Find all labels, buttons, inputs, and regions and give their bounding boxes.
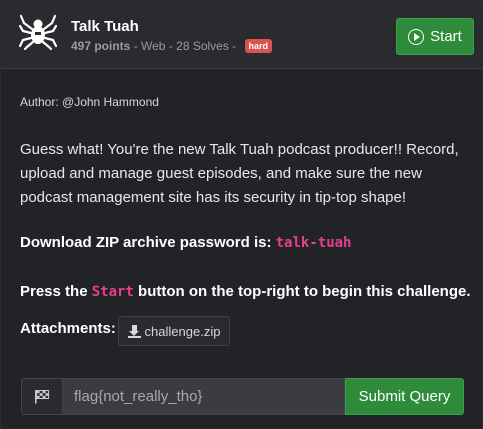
press-suffix: button on the top-right to begin this ch… (133, 283, 471, 300)
challenge-card: Talk Tuah 497 points - Web - 28 Solves -… (0, 0, 483, 429)
zip-password-label: Download ZIP archive password is: (20, 234, 276, 251)
attachments-label: Attachments: (20, 320, 116, 337)
difficulty-badge: hard (244, 39, 273, 53)
press-prefix: Press the (20, 283, 92, 300)
start-button[interactable]: Start (396, 18, 474, 55)
attachment-link[interactable]: challenge.zip (118, 316, 230, 346)
checkered-flag-icon (35, 390, 50, 404)
attachment-filename: challenge.zip (144, 323, 221, 339)
zip-password: talk-tuah (275, 235, 352, 251)
flag-input[interactable] (62, 378, 345, 415)
challenge-title: Talk Tuah (71, 18, 139, 35)
download-icon (127, 324, 141, 338)
challenge-points: 497 points (71, 39, 131, 53)
challenge-header: Talk Tuah 497 points - Web - 28 Solves -… (1, 1, 483, 69)
challenge-meta-text: - Web - 28 Solves - (130, 39, 240, 53)
start-instructions: Press the Start button on the top-right … (20, 283, 480, 300)
flag-submit-form: Submit Query (21, 378, 464, 415)
press-start-code: Start (91, 284, 134, 300)
spider-icon (19, 14, 57, 50)
submit-flag-button[interactable]: Submit Query (345, 378, 464, 415)
start-button-label: Start (430, 28, 462, 45)
play-circle-icon (408, 28, 425, 45)
challenge-description: Guess what! You're the new Talk Tuah pod… (20, 141, 459, 206)
zip-password-line: Download ZIP archive password is: talk-t… (20, 234, 351, 251)
flag-prefix (21, 378, 62, 415)
challenge-author: Author: @John Hammond (20, 95, 159, 109)
challenge-meta: 497 points - Web - 28 Solves - hard (71, 39, 273, 53)
